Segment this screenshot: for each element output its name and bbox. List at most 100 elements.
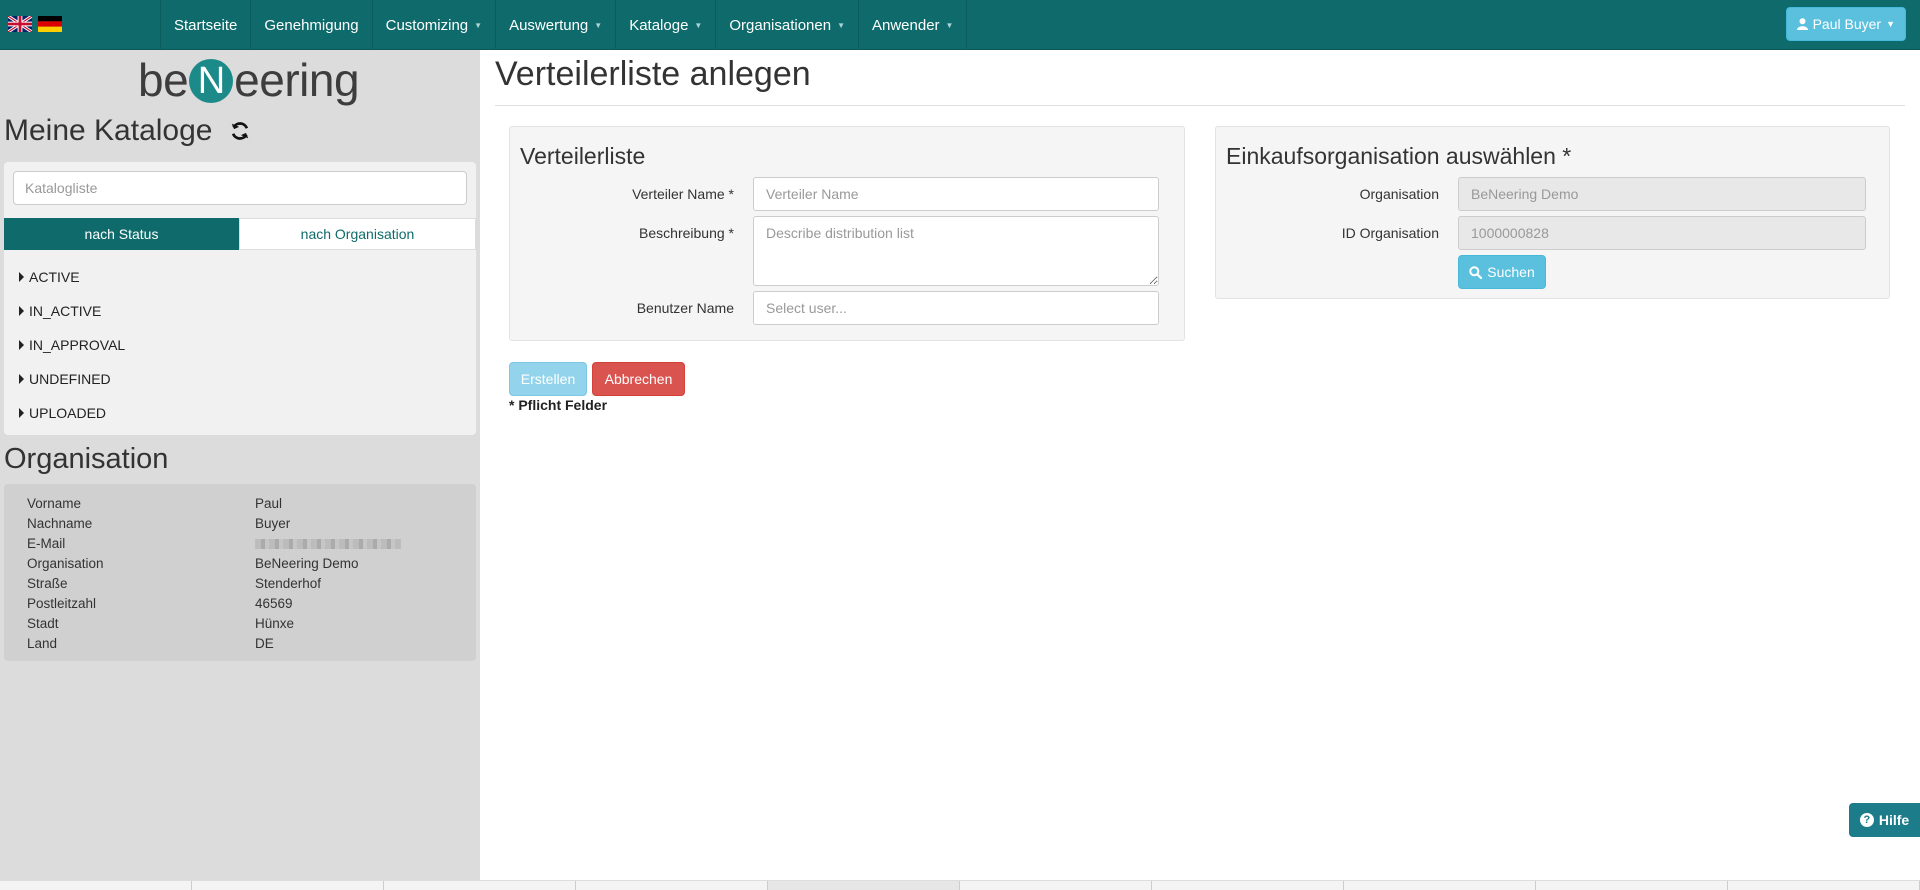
chevron-down-icon: ▼ bbox=[474, 20, 483, 30]
organisation-heading: Organisation bbox=[4, 443, 169, 475]
org-value: Stenderhof bbox=[255, 576, 322, 591]
cancel-button[interactable]: Abbrechen bbox=[592, 362, 685, 396]
org-value: 46569 bbox=[255, 596, 293, 611]
org-value: BeNeering Demo bbox=[255, 556, 359, 571]
org-label: Postleitzahl bbox=[27, 596, 97, 611]
bottom-segment bbox=[1344, 881, 1536, 890]
nav-item-genehmigung[interactable]: Genehmigung bbox=[251, 0, 373, 50]
status-item-active[interactable]: ACTIVE bbox=[19, 260, 125, 294]
language-flags bbox=[8, 16, 62, 32]
nav-item-kataloge[interactable]: Kataloge ▼ bbox=[616, 0, 717, 50]
distribution-list-heading: Verteilerliste bbox=[520, 143, 646, 169]
chevron-down-icon: ▼ bbox=[837, 20, 845, 30]
top-navbar: Startseite Genehmigung Customizing ▼ Ausw… bbox=[0, 0, 1920, 50]
catalog-tabs: nach Status nach Organisation bbox=[4, 218, 476, 250]
nav-label: Genehmigung bbox=[264, 16, 359, 34]
table-row: Straße Stenderhof bbox=[27, 574, 401, 594]
caret-right-icon bbox=[19, 374, 24, 384]
status-label: UNDEFINED bbox=[29, 371, 111, 387]
page-title: Verteilerliste anlegen bbox=[495, 55, 811, 93]
bottom-segment bbox=[768, 881, 960, 890]
table-row: Postleitzahl 46569 bbox=[27, 594, 401, 614]
flag-de-icon[interactable] bbox=[38, 16, 62, 32]
tab-label: nach Status bbox=[84, 226, 159, 242]
org-label: Land bbox=[27, 636, 58, 651]
table-row: Vorname Paul bbox=[27, 494, 401, 514]
help-button-label: Hilfe bbox=[1878, 812, 1910, 828]
chevron-down-icon: ▼ bbox=[945, 20, 954, 30]
logo-n-mark: N bbox=[189, 59, 234, 103]
bottom-segment bbox=[384, 881, 576, 890]
refresh-icon[interactable] bbox=[229, 120, 251, 142]
user-select-input[interactable] bbox=[753, 291, 1159, 325]
sidebar: beNeering Meine Kataloge nach Status nac… bbox=[0, 50, 480, 890]
user-name: Paul Buyer bbox=[1812, 16, 1882, 32]
help-button[interactable]: ? Hilfe bbox=[1849, 803, 1920, 837]
title-divider bbox=[495, 105, 1905, 106]
nav-item-startseite[interactable]: Startseite bbox=[160, 0, 252, 50]
organisation-label: Organisation bbox=[1359, 186, 1439, 202]
nav-item-auswertung[interactable]: Auswertung ▼ bbox=[496, 0, 617, 50]
bottom-segment bbox=[960, 881, 1152, 890]
status-item-in-approval[interactable]: IN_APPROVAL bbox=[19, 328, 125, 362]
flag-uk-icon[interactable] bbox=[8, 16, 32, 32]
status-label: IN_APPROVAL bbox=[29, 337, 126, 353]
distribution-name-input[interactable] bbox=[753, 177, 1159, 211]
org-value: Hünxe bbox=[255, 616, 295, 631]
nav-item-customizing[interactable]: Customizing ▼ bbox=[373, 0, 497, 50]
nav-label: Startseite bbox=[174, 16, 238, 34]
nav-item-anwender[interactable]: Anwender ▼ bbox=[859, 0, 968, 50]
organisation-input bbox=[1458, 177, 1866, 211]
chevron-down-icon: ▼ bbox=[694, 20, 703, 30]
distribution-list-panel: Verteilerliste Verteiler Name * Beschrei… bbox=[509, 126, 1185, 341]
org-value: Paul bbox=[255, 496, 283, 511]
catalog-panel: nach Status nach Organisation ACTIVE IN_… bbox=[4, 162, 476, 435]
table-row: E-Mail bbox=[27, 534, 401, 554]
search-button[interactable]: Suchen bbox=[1458, 255, 1546, 289]
caret-right-icon bbox=[19, 340, 24, 350]
bottom-scroll-strip bbox=[0, 880, 1920, 890]
search-icon bbox=[1469, 265, 1483, 279]
nav-label: Auswertung bbox=[509, 16, 589, 34]
org-label: Straße bbox=[27, 576, 68, 591]
create-button[interactable]: Erstellen bbox=[509, 362, 587, 396]
nav-item-organisationen[interactable]: Organisationen ▼ bbox=[716, 0, 859, 50]
org-label: Nachname bbox=[27, 516, 93, 531]
organisation-id-label: ID Organisation bbox=[1341, 225, 1439, 241]
bottom-segment bbox=[1152, 881, 1344, 890]
status-label: IN_ACTIVE bbox=[29, 303, 102, 319]
required-fields-note: * Pflicht Felder bbox=[509, 397, 608, 413]
tab-by-organisation[interactable]: nach Organisation bbox=[239, 218, 476, 250]
tab-by-status[interactable]: nach Status bbox=[4, 218, 239, 250]
org-value: DE bbox=[255, 636, 274, 651]
caret-right-icon bbox=[19, 408, 24, 418]
bottom-segment bbox=[192, 881, 384, 890]
chevron-down-icon: ▼ bbox=[594, 20, 603, 30]
tab-label: nach Organisation bbox=[300, 226, 415, 242]
organisation-id-input bbox=[1458, 216, 1866, 250]
redacted-email bbox=[255, 539, 401, 550]
user-name-label: Benutzer Name bbox=[636, 300, 734, 316]
purchasing-organisation-heading: Einkaufsorganisation auswählen * bbox=[1226, 143, 1572, 169]
catalog-search-input[interactable] bbox=[13, 171, 467, 205]
user-menu-button[interactable]: Paul Buyer ▼ bbox=[1785, 7, 1906, 41]
description-textarea[interactable] bbox=[753, 216, 1159, 286]
status-label: ACTIVE bbox=[29, 269, 80, 285]
organisation-info-table: Vorname Paul Nachname Buyer E-Mail Organis… bbox=[27, 494, 401, 654]
logo-text-post: eering bbox=[234, 54, 360, 106]
nav-label: Organisationen bbox=[729, 16, 832, 34]
user-icon bbox=[1796, 18, 1808, 30]
status-item-undefined[interactable]: UNDEFINED bbox=[19, 362, 125, 396]
status-item-in-active[interactable]: IN_ACTIVE bbox=[19, 294, 125, 328]
status-list: ACTIVE IN_ACTIVE IN_APPROVAL UNDEFINED U… bbox=[19, 260, 125, 430]
catalogs-heading-text: Meine Kataloge bbox=[4, 114, 213, 147]
logo-text-pre: be bbox=[138, 54, 189, 106]
beneering-logo[interactable]: be Neering bbox=[138, 54, 360, 106]
bottom-segment bbox=[1536, 881, 1728, 890]
table-row: Organisation BeNeering Demo bbox=[27, 554, 401, 574]
organisation-info-panel: Vorname Paul Nachname Buyer E-Mail Organis… bbox=[4, 484, 476, 661]
status-item-uploaded[interactable]: UPLOADED bbox=[19, 396, 125, 430]
org-value-email-redacted bbox=[255, 534, 401, 554]
create-button-label: Erstellen bbox=[520, 371, 576, 387]
caret-right-icon bbox=[19, 306, 24, 316]
